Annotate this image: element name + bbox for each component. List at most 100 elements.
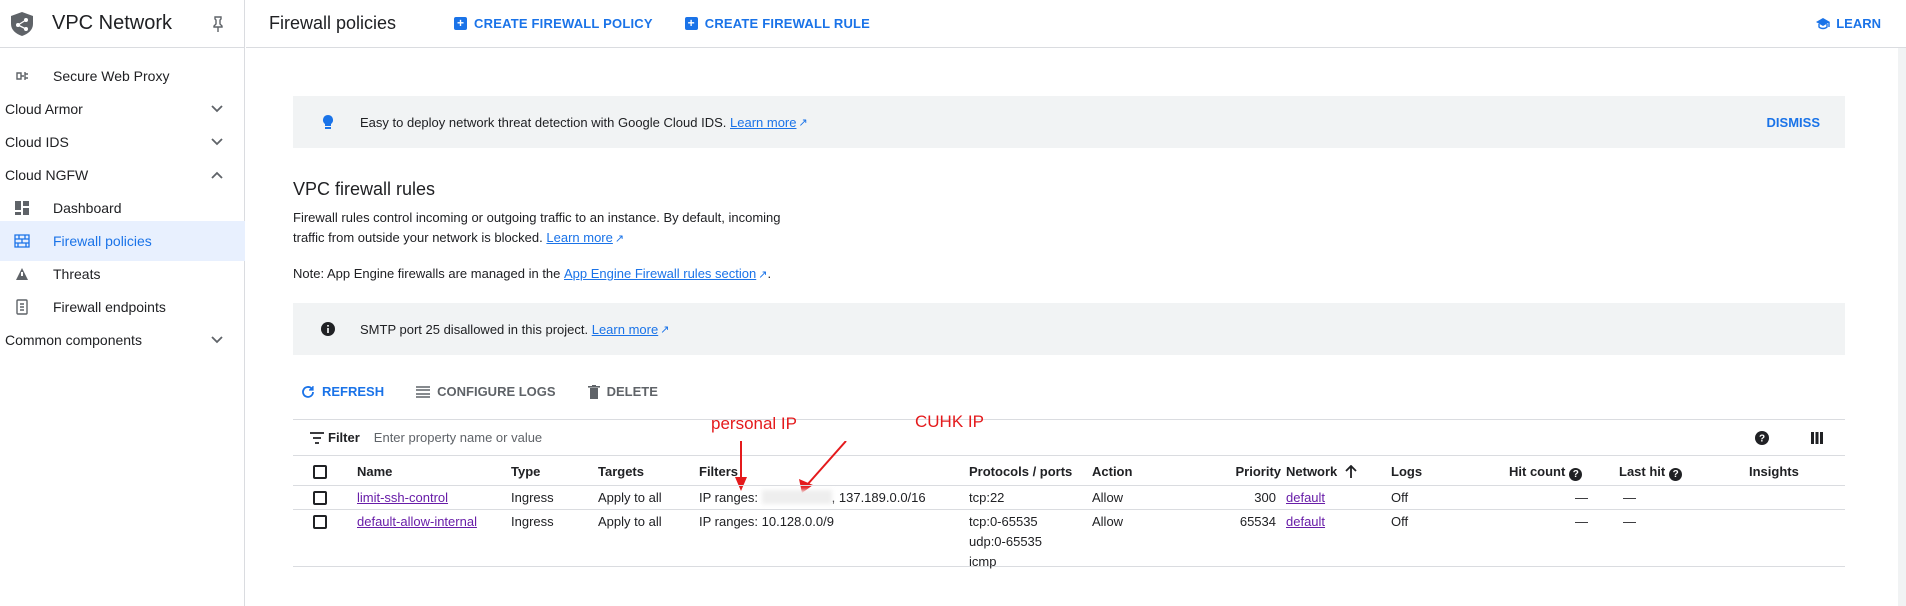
create-firewall-rule-button[interactable]: + CREATE FIREWALL RULE bbox=[684, 16, 870, 31]
header-priority[interactable]: Priority bbox=[1173, 457, 1281, 482]
header-insights: Insights bbox=[1749, 464, 1799, 479]
svg-text:?: ? bbox=[1759, 433, 1765, 444]
smtp-learn-more-link[interactable]: Learn more bbox=[592, 322, 658, 337]
header-hit-count[interactable]: Hit count? bbox=[1509, 457, 1583, 482]
chevron-up-icon bbox=[211, 171, 223, 179]
refresh-button[interactable]: REFRESH bbox=[301, 384, 384, 399]
header-action[interactable]: Action bbox=[1092, 457, 1132, 482]
cloud-ids-banner-text: Easy to deploy network threat detection … bbox=[360, 114, 727, 130]
smtp-banner-text: SMTP port 25 disallowed in this project. bbox=[360, 321, 589, 337]
personal-ip-annotation: personal IP bbox=[711, 414, 797, 433]
filter-input[interactable]: Enter property name or value bbox=[374, 430, 542, 445]
rule-protocols: tcp:22 bbox=[969, 490, 1005, 505]
header-network-label: Network bbox=[1286, 464, 1338, 479]
sidebar-item-label: Common components bbox=[5, 332, 142, 348]
add-icon: + bbox=[454, 17, 468, 30]
page-title: Firewall policies bbox=[269, 13, 397, 33]
table-header-row: Name Type Targets Filters Protocols / po… bbox=[293, 457, 1845, 486]
sidebar-item-label: Cloud NGFW bbox=[5, 167, 89, 183]
column-display-icon[interactable] bbox=[1811, 431, 1823, 444]
select-all-checkbox[interactable] bbox=[313, 465, 327, 479]
network-link[interactable]: default bbox=[1286, 486, 1325, 508]
header-filters[interactable]: Filters bbox=[699, 457, 738, 482]
filter-label: Filter bbox=[328, 430, 360, 445]
action-bar: REFRESH CONFIGURE LOGS DELETE bbox=[301, 384, 690, 399]
row-checkbox[interactable] bbox=[313, 491, 327, 505]
header-name[interactable]: Name bbox=[357, 457, 392, 482]
rule-priority: 300 bbox=[1254, 490, 1276, 505]
app-engine-rules-link[interactable]: App Engine Firewall rules section bbox=[564, 266, 756, 281]
row-checkbox[interactable] bbox=[313, 515, 327, 529]
pin-icon[interactable] bbox=[208, 14, 228, 34]
cloud-ids-learn-more-link[interactable]: Learn more bbox=[730, 115, 796, 130]
add-icon: + bbox=[684, 17, 698, 30]
help-icon[interactable]: ? bbox=[1569, 468, 1583, 481]
delete-label: DELETE bbox=[606, 384, 658, 399]
rule-filters: IP ranges: 10.128.0.0/9 bbox=[699, 514, 834, 529]
header-logs[interactable]: Logs bbox=[1391, 457, 1422, 482]
table-row: default-allow-internal Ingress Apply to … bbox=[293, 510, 1845, 569]
rule-protocols: tcp:0-65535 udp:0-65535 icmp bbox=[969, 510, 1042, 572]
header-targets[interactable]: Targets bbox=[598, 457, 644, 482]
firewall-learn-more-link[interactable]: Learn more bbox=[546, 230, 612, 245]
rule-action: Allow bbox=[1092, 514, 1124, 529]
filter-bar[interactable]: Filter Enter property name or value ? bbox=[293, 419, 1845, 456]
rule-name-link[interactable]: default-allow-internal bbox=[357, 510, 477, 532]
lightbulb-icon bbox=[318, 114, 338, 130]
header-hit-count-label: Hit count bbox=[1509, 464, 1566, 479]
firewall-rules-table: Name Type Targets Filters Protocols / po… bbox=[293, 457, 1845, 569]
rule-priority: 65534 bbox=[1239, 514, 1276, 529]
header-last-hit[interactable]: Last hit? bbox=[1619, 457, 1683, 482]
header-type[interactable]: Type bbox=[511, 457, 540, 482]
info-icon bbox=[318, 322, 338, 336]
product-title: VPC Network bbox=[52, 12, 173, 34]
sidebar-item-label: Secure Web Proxy bbox=[53, 68, 170, 84]
protocol-line: icmp bbox=[969, 554, 997, 569]
protocol-line: udp:0-65535 bbox=[969, 534, 1043, 549]
external-link-icon: ↗ bbox=[660, 323, 670, 336]
cuhk-ip-annotation: CUHK IP bbox=[915, 412, 984, 431]
vpc-network-logo-icon bbox=[11, 11, 33, 36]
rule-name-link[interactable]: limit-ssh-control bbox=[357, 486, 448, 508]
rule-last-hit: — bbox=[1623, 514, 1636, 529]
sidebar-header: VPC Network bbox=[0, 0, 244, 48]
section-title: VPC firewall rules bbox=[293, 179, 436, 199]
cloud-ids-banner: Easy to deploy network threat detection … bbox=[293, 96, 1845, 148]
rule-hit-count: — bbox=[1575, 514, 1588, 529]
delete-button[interactable]: DELETE bbox=[587, 384, 658, 399]
help-icon[interactable]: ? bbox=[1755, 430, 1769, 445]
page-header: Firewall policies + CREATE FIREWALL POLI… bbox=[246, 0, 1906, 48]
create-firewall-policy-button[interactable]: + CREATE FIREWALL POLICY bbox=[454, 16, 653, 31]
help-icon[interactable]: ? bbox=[1669, 468, 1683, 481]
sidebar-item-label: Firewall policies bbox=[53, 233, 152, 249]
header-last-hit-label: Last hit bbox=[1619, 464, 1666, 479]
sidebar-item-label: Firewall endpoints bbox=[53, 299, 166, 315]
note-end: . bbox=[767, 266, 772, 281]
table-row: limit-ssh-control Ingress Apply to all I… bbox=[293, 486, 1845, 510]
rule-type: Ingress bbox=[511, 514, 554, 529]
network-link[interactable]: default bbox=[1286, 510, 1325, 532]
configure-logs-button[interactable]: CONFIGURE LOGS bbox=[416, 384, 556, 399]
sidebar-item-label: Cloud Armor bbox=[5, 101, 83, 117]
chevron-down-icon bbox=[211, 138, 223, 146]
create-firewall-policy-label: CREATE FIREWALL POLICY bbox=[474, 16, 653, 31]
external-link-icon: ↗ bbox=[798, 116, 808, 129]
rule-last-hit: — bbox=[1623, 490, 1636, 505]
rule-logs: Off bbox=[1391, 490, 1409, 505]
rule-hit-count: — bbox=[1575, 490, 1588, 505]
learn-button[interactable]: LEARN bbox=[1815, 16, 1881, 31]
rule-filters: IP ranges: , 137.189.0.0/16 bbox=[699, 486, 926, 508]
sidebar-group-common-components[interactable]: Common components bbox=[0, 320, 245, 360]
rule-targets: Apply to all bbox=[598, 514, 662, 529]
header-network[interactable]: Network bbox=[1286, 457, 1357, 482]
learn-label: LEARN bbox=[1836, 16, 1881, 31]
vertical-scrollbar[interactable] bbox=[1898, 48, 1906, 606]
dismiss-button[interactable]: DISMISS bbox=[1767, 115, 1820, 130]
sidebar-item-label: Threats bbox=[53, 266, 101, 282]
threats-icon bbox=[12, 266, 32, 282]
filters-suffix: , 137.189.0.0/16 bbox=[831, 490, 926, 505]
rule-targets: Apply to all bbox=[598, 490, 662, 505]
redacted-ip bbox=[761, 490, 832, 504]
chevron-down-icon bbox=[211, 105, 223, 113]
header-protocols[interactable]: Protocols / ports bbox=[969, 457, 1072, 482]
